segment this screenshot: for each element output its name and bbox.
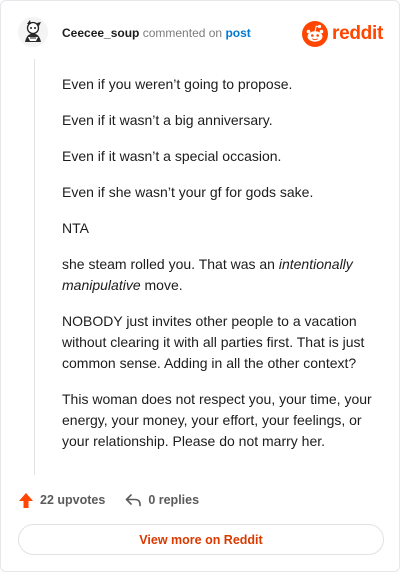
- comment-paragraph: Even if she wasn’t your gf for gods sake…: [62, 184, 314, 200]
- comment-paragraph: she steam rolled you. That was an intent…: [62, 254, 382, 296]
- comment-paragraph: This woman does not respect you, your ti…: [62, 391, 372, 449]
- comment-body: Even if you weren’t going to propose. Ev…: [62, 74, 382, 467]
- upvote-button[interactable]: 22 upvotes: [18, 492, 105, 509]
- view-more-button[interactable]: View more on Reddit: [18, 524, 384, 555]
- comment-header: Ceecee_soup commented on post reddit: [18, 17, 383, 51]
- comment-embed-card: Ceecee_soup commented on post reddit Eve…: [0, 0, 400, 572]
- reddit-logo[interactable]: reddit: [302, 20, 383, 48]
- comment-meta: Ceecee_soup commented on post: [62, 26, 251, 41]
- comment-paragraph: Even if it wasn’t a special occasion.: [62, 148, 282, 164]
- comment-actions: 22 upvotes 0 replies: [18, 490, 199, 510]
- comment-text: she steam rolled you. That was an: [62, 256, 279, 272]
- upvote-count: 22 upvotes: [40, 493, 106, 507]
- post-link[interactable]: post: [225, 26, 250, 40]
- comment-text: move.: [140, 277, 183, 293]
- reply-button[interactable]: 0 replies: [125, 493, 199, 507]
- reddit-wordmark: reddit: [332, 23, 383, 44]
- comment-paragraph: NOBODY just invites other people to a va…: [62, 313, 365, 371]
- user-avatar[interactable]: [18, 17, 48, 47]
- avatar-illustration: [18, 17, 48, 47]
- reply-arrow-icon: [126, 494, 142, 507]
- reply-count: 0 replies: [148, 493, 200, 507]
- commented-on-text: commented on: [142, 26, 223, 40]
- upvote-arrow-icon: [19, 492, 33, 508]
- comment-paragraph: Even if it wasn’t a big anniversary.: [62, 112, 273, 128]
- thread-line: [34, 59, 35, 475]
- comment-paragraph: Even if you weren’t going to propose.: [62, 76, 293, 92]
- comment-paragraph: NTA: [62, 220, 89, 236]
- reddit-snoo-icon: [302, 21, 329, 47]
- username-link[interactable]: Ceecee_soup: [62, 26, 139, 40]
- view-more-label: View more on Reddit: [139, 532, 263, 547]
